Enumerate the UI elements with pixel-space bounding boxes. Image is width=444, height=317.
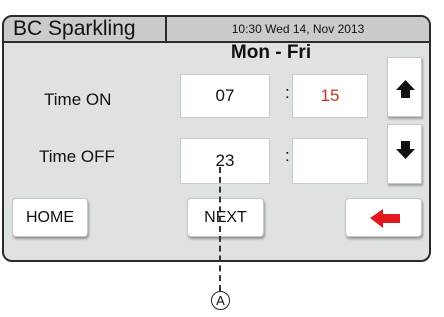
increase-button[interactable]	[387, 57, 422, 117]
device-screen: BC Sparkling 10:30 Wed 14, Nov 2013 Mon …	[2, 15, 431, 262]
time-on-label: Time ON	[44, 90, 112, 109]
home-button[interactable]: HOME	[12, 198, 88, 237]
app-title: BC Sparkling	[13, 17, 136, 40]
day-range-title: Mon - Fri	[230, 42, 312, 63]
time-off-minute-field[interactable]	[292, 138, 368, 184]
red-left-arrow-icon	[370, 209, 400, 228]
time-on-hour-field[interactable]: 07	[180, 74, 270, 118]
time-off-colon: :	[285, 146, 290, 165]
decrease-button[interactable]	[387, 124, 422, 184]
next-button[interactable]: NEXT	[187, 198, 264, 237]
title-bar: BC Sparkling 10:30 Wed 14, Nov 2013	[4, 17, 429, 43]
arrow-up-icon	[396, 80, 415, 98]
arrow-down-icon	[396, 141, 415, 159]
back-button[interactable]	[345, 198, 422, 237]
time-on-colon: :	[285, 83, 290, 102]
datetime-display: 10:30 Wed 14, Nov 2013	[231, 22, 365, 36]
callout-marker: A	[211, 291, 230, 310]
time-on-minute-field[interactable]: 15	[292, 74, 368, 118]
time-off-label: Time OFF	[39, 147, 115, 166]
time-off-hour-field[interactable]: 23	[180, 138, 270, 184]
callout-leader-line	[219, 167, 221, 291]
